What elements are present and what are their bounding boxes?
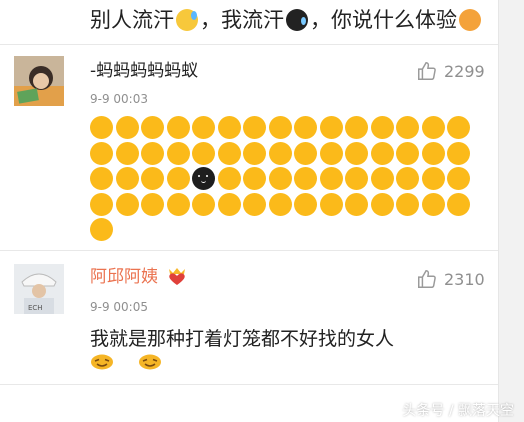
yellow-dot-emoji-icon xyxy=(396,116,419,139)
yellow-dot-emoji-icon xyxy=(421,116,445,139)
username[interactable]: -蚂蚂蚂蚂蚂蚁 xyxy=(90,60,198,82)
yellow-dot-emoji-icon xyxy=(90,218,113,241)
yellow-dot-emoji-icon xyxy=(396,192,419,216)
yellow-dot-emoji-icon xyxy=(396,141,419,165)
yellow-dot-emoji-icon xyxy=(141,116,164,139)
yellow-dot-emoji-icon xyxy=(217,167,241,190)
angry-emoji-icon xyxy=(459,9,481,31)
user-avatar[interactable]: ECH xyxy=(14,264,64,314)
laughing-emoji-icon xyxy=(91,354,113,370)
like-count: 2299 xyxy=(444,61,485,81)
yellow-dot-emoji-icon xyxy=(243,116,266,139)
divider xyxy=(0,250,498,251)
like-button[interactable]: 2299 xyxy=(416,60,485,82)
yellow-dot-emoji-icon xyxy=(447,192,470,216)
yellow-dot-emoji-icon xyxy=(243,192,266,216)
yellow-dot-emoji-icon xyxy=(294,192,317,216)
yellow-dot-emoji-icon xyxy=(141,192,164,216)
yellow-dot-emoji-icon xyxy=(421,192,445,216)
dark-sweat-emoji-icon xyxy=(286,9,308,31)
username[interactable]: 阿邱阿姨 xyxy=(90,266,158,288)
yellow-dot-emoji-icon xyxy=(345,167,368,190)
yellow-dot-emoji-icon xyxy=(421,141,445,165)
yellow-dot-emoji-icon xyxy=(90,141,113,165)
yellow-dot-emoji-icon xyxy=(166,167,190,190)
yellow-dot-emoji-icon xyxy=(345,192,368,216)
yellow-dot-emoji-icon xyxy=(319,167,343,190)
yellow-dot-emoji-icon xyxy=(90,192,113,216)
yellow-dot-emoji-icon xyxy=(319,192,343,216)
yellow-dot-emoji-icon xyxy=(243,167,266,190)
divider xyxy=(0,384,498,385)
yellow-dot-emoji-icon xyxy=(447,167,470,190)
comment-text: 我就是那种打着灯笼都不好找的女人 xyxy=(90,328,395,350)
yellow-dot-emoji-icon xyxy=(115,167,139,190)
yellow-dot-emoji-icon xyxy=(268,167,292,190)
yellow-dot-emoji-icon xyxy=(192,192,215,216)
yellow-dot-emoji-icon xyxy=(115,192,139,216)
yellow-dot-emoji-icon xyxy=(294,116,317,139)
laughing-emoji-icon xyxy=(139,354,161,370)
yellow-dot-emoji-icon xyxy=(294,167,317,190)
comment-text-segment: ，我流汗 xyxy=(200,8,284,32)
yellow-dot-emoji-icon xyxy=(166,192,190,216)
yellow-dot-emoji-icon xyxy=(370,167,394,190)
sweat-emoji-icon xyxy=(176,9,198,31)
yellow-dot-emoji-icon xyxy=(268,192,292,216)
yellow-dot-emoji-icon xyxy=(370,192,394,216)
black-face-emoji-icon xyxy=(192,167,215,190)
yellow-dot-emoji-icon xyxy=(345,141,368,165)
yellow-dot-emoji-icon xyxy=(217,116,241,139)
user-avatar[interactable] xyxy=(14,56,64,106)
yellow-dot-emoji-icon xyxy=(166,116,190,139)
yellow-dot-emoji-icon xyxy=(319,116,343,139)
yellow-dot-emoji-icon xyxy=(268,141,292,165)
comment-text-segment: 别人流汗 xyxy=(90,8,174,32)
yellow-dot-emoji-icon xyxy=(115,141,139,165)
yellow-dot-emoji-icon xyxy=(447,141,470,165)
yellow-dot-emoji-icon xyxy=(345,116,368,139)
like-count: 2310 xyxy=(444,269,485,289)
yellow-dot-emoji-icon xyxy=(141,167,164,190)
yellow-dot-emoji-icon xyxy=(192,141,215,165)
yellow-dot-emoji-icon xyxy=(192,116,215,139)
yellow-dot-emoji-icon xyxy=(294,141,317,165)
thumbs-up-icon xyxy=(418,62,436,80)
yellow-dot-emoji-icon xyxy=(166,141,190,165)
yellow-dot-emoji-icon xyxy=(217,141,241,165)
yellow-dot-emoji-icon xyxy=(370,116,394,139)
yellow-dot-emoji-icon xyxy=(90,167,113,190)
yellow-dot-emoji-icon xyxy=(217,192,241,216)
thumbs-up-icon xyxy=(418,270,436,288)
timestamp: 9-9 00:05 xyxy=(90,300,148,314)
svg-text:ECH: ECH xyxy=(28,304,43,312)
yellow-dot-emoji-icon xyxy=(268,116,292,139)
yellow-dot-emoji-icon xyxy=(115,116,139,139)
timestamp: 9-9 00:03 xyxy=(90,92,148,106)
yellow-dot-emoji-icon xyxy=(370,141,394,165)
yellow-dot-emoji-icon xyxy=(396,167,419,190)
scrollbar-track[interactable] xyxy=(498,0,524,422)
yellow-dot-emoji-icon xyxy=(243,141,266,165)
divider xyxy=(0,44,498,45)
like-button[interactable]: 2310 xyxy=(416,268,485,290)
comment-text-segment: ，你说什么体验 xyxy=(310,8,457,32)
previous-comment-text: 别人流汗 ，我流汗 ，你说什么体验 xyxy=(90,6,490,34)
yellow-dot-emoji-icon xyxy=(141,141,164,165)
source-watermark: 头条号 / 飘落天空 xyxy=(402,403,514,419)
yellow-dot-emoji-icon xyxy=(421,167,445,190)
yellow-dot-emoji-icon xyxy=(447,116,470,139)
yellow-dot-emoji-icon xyxy=(90,116,113,139)
heart-crown-badge-icon xyxy=(166,266,188,286)
yellow-dot-emoji-icon xyxy=(319,141,343,165)
